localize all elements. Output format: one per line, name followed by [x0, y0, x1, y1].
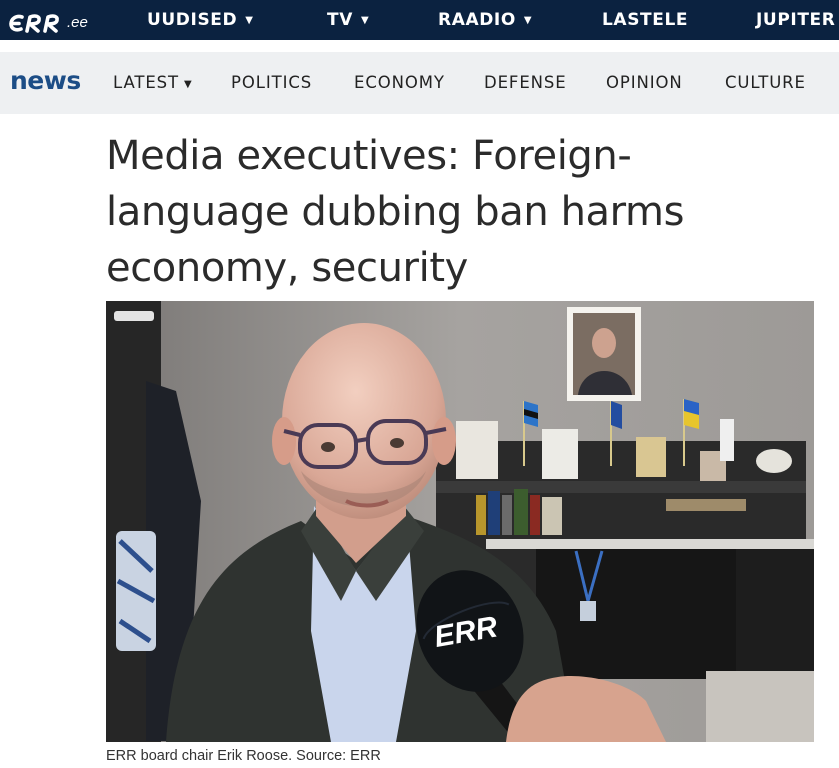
subnav-latest[interactable]: LATEST ▼ [113, 70, 193, 99]
subnav-label: ECONOMY [354, 73, 445, 92]
article-headline: Media executives: Foreign- language dubb… [106, 128, 806, 296]
subnav-defense[interactable]: DEFENSE [484, 70, 567, 96]
subnav-label: CULTURE [725, 73, 806, 92]
caret-down-icon: ▼ [184, 79, 193, 90]
subnav-label: OPINION [606, 73, 683, 92]
photo-caption: ERR board chair Erik Roose. Source: ERR [106, 748, 381, 764]
news-section-bar: news LATEST ▼ POLITICS ECONOMY DEFENSE OP… [0, 52, 839, 114]
logo-domain-suffix: .ee [67, 14, 88, 31]
headline-line: language dubbing ban harms [106, 189, 685, 235]
top-nav-label: TV [327, 10, 353, 30]
headline-line: Media executives: Foreign- [106, 133, 632, 179]
top-nav-uudised[interactable]: UUDISED ▼ [147, 0, 254, 40]
err-logo-icon [9, 14, 59, 33]
subnav-label: POLITICS [231, 73, 313, 92]
caret-down-icon: ▼ [245, 15, 254, 26]
headline-line: economy, security [106, 245, 468, 291]
top-nav-lastele[interactable]: LASTELE [602, 0, 688, 40]
subnav-economy[interactable]: ECONOMY [354, 70, 445, 96]
article-photo[interactable]: ERR [106, 301, 814, 742]
subnav-label: DEFENSE [484, 73, 567, 92]
subnav-culture[interactable]: CULTURE [725, 70, 806, 96]
article-photo-illustration: ERR [106, 301, 814, 742]
top-nav-label: JUPITER [756, 10, 836, 30]
top-nav-tv[interactable]: TV ▼ [327, 0, 369, 40]
news-brand-logo[interactable]: news [10, 62, 81, 100]
subnav-opinion[interactable]: OPINION [606, 70, 683, 96]
top-nav-label: UUDISED [147, 10, 238, 30]
top-nav-label: LASTELE [602, 10, 689, 30]
top-nav-label: RAADIO [438, 10, 516, 30]
subnav-politics[interactable]: POLITICS [231, 70, 312, 96]
top-nav-jupiter[interactable]: JUPITER [756, 0, 835, 40]
subnav-label: LATEST [113, 73, 180, 92]
caret-down-icon: ▼ [360, 15, 370, 26]
caret-down-icon: ▼ [523, 15, 533, 26]
err-logo[interactable]: .ee [8, 6, 88, 34]
top-navigation-bar: .ee UUDISED ▼ TV ▼ RAADIO ▼ LASTELE JUPITER [0, 0, 839, 40]
top-nav-raadio[interactable]: RAADIO ▼ [438, 0, 532, 40]
